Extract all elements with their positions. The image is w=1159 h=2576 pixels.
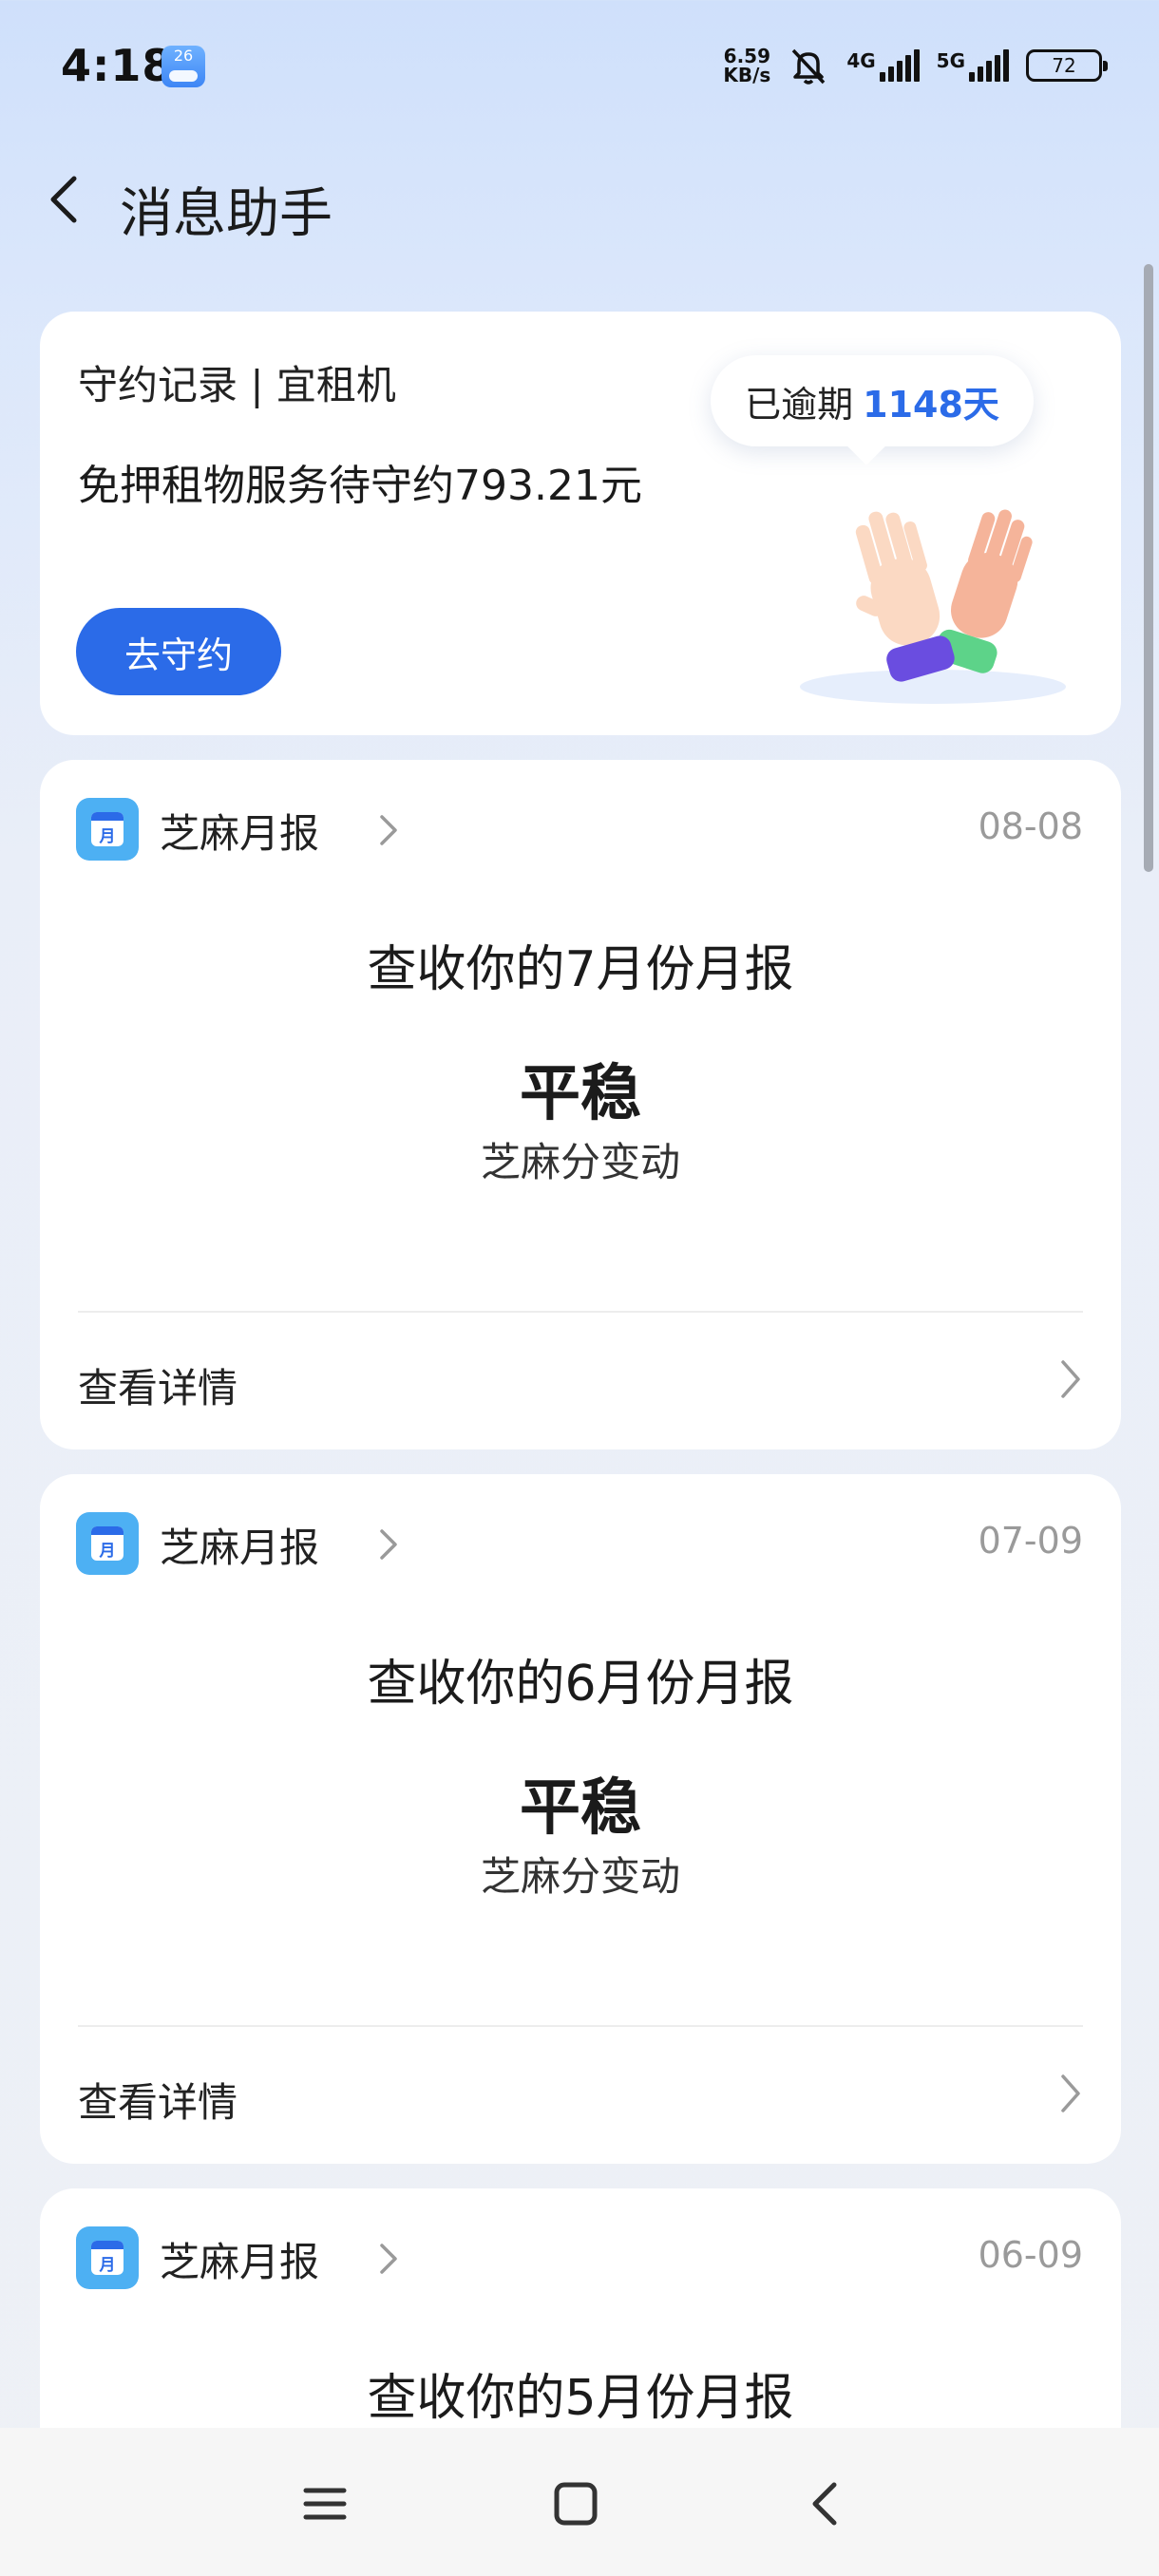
overdue-bubble: 已逾期 1148天	[711, 355, 1034, 446]
view-details-label: 查看详情	[78, 1365, 238, 1411]
monthly-report-card[interactable]: 月 芝麻月报 07-09 查收你的6月份月报 平稳 芝麻分变动 查看详情	[40, 1474, 1121, 2164]
keep-promise-button[interactable]: 去守约	[76, 608, 281, 695]
chevron-right-icon	[1061, 2074, 1080, 2112]
weather-icon: 26	[162, 46, 205, 87]
view-details-link[interactable]: 查看详情	[40, 2027, 1121, 2164]
report-status: 平稳	[520, 1059, 641, 1129]
scrollbar[interactable]	[1144, 264, 1153, 872]
chevron-right-icon	[1061, 1360, 1080, 1398]
page-title: 消息助手	[120, 183, 332, 245]
menu-icon[interactable]	[287, 2466, 363, 2542]
chevron-right-icon[interactable]	[376, 2238, 401, 2280]
report-date: 07-09	[978, 1520, 1083, 1562]
view-details-label: 查看详情	[78, 2079, 238, 2126]
network-speed-unit: KB/s	[723, 64, 771, 86]
report-status: 平稳	[520, 1773, 641, 1844]
battery-level: 72	[1052, 54, 1076, 77]
monthly-report-card[interactable]: 月 芝麻月报 08-08 查收你的7月份月报 平稳 芝麻分变动 查看详情	[40, 760, 1121, 1449]
status-time: 4:18	[61, 40, 174, 91]
bell-off-icon	[792, 48, 826, 85]
overdue-days: 1148天	[863, 383, 999, 426]
status-bar: 4:18 26 6.59 KB/s 4G 5G 72	[0, 0, 1159, 133]
calendar-icon: 月	[76, 1512, 139, 1575]
promise-record-card[interactable]: 守约记录 | 宜租机 免押租物服务待守约793.21元 去守约 已逾期 1148…	[40, 312, 1121, 735]
report-subtitle: 芝麻分变动	[480, 1139, 680, 1185]
status-indicators: 6.59 KB/s 4G 5G 72	[723, 42, 1108, 89]
report-heading: 查收你的7月份月报	[367, 941, 794, 998]
chevron-right-icon[interactable]	[376, 809, 401, 851]
high-five-hands-icon	[800, 509, 1066, 704]
report-source-name[interactable]: 芝麻月报	[160, 802, 319, 860]
network-speed-value: 6.59	[723, 45, 771, 67]
signal-5g: 5G	[937, 49, 1009, 82]
report-subtitle: 芝麻分变动	[480, 1853, 680, 1900]
signal-5g-label: 5G	[936, 49, 965, 72]
signal-bars-icon	[879, 49, 920, 82]
calendar-icon: 月	[76, 798, 139, 861]
chevron-right-icon[interactable]	[376, 1524, 401, 1565]
signal-4g: 4G	[846, 49, 920, 82]
promise-card-title: 守约记录 | 宜租机	[78, 362, 396, 408]
weather-badge-text: 26	[173, 47, 194, 65]
back-triangle-icon[interactable]	[788, 2466, 864, 2542]
promise-card-description: 免押租物服务待守约793.21元	[78, 462, 642, 510]
chevron-left-icon[interactable]	[38, 161, 95, 237]
calendar-icon: 月	[76, 2226, 139, 2289]
report-date: 06-09	[978, 2234, 1083, 2276]
network-speed: 6.59 KB/s	[723, 47, 770, 85]
report-heading: 查收你的5月份月报	[367, 2370, 794, 2427]
report-source-name[interactable]: 芝麻月报	[160, 2230, 319, 2288]
view-details-link[interactable]: 查看详情	[40, 1313, 1121, 1449]
report-date: 08-08	[978, 805, 1083, 847]
home-square-icon[interactable]	[538, 2466, 614, 2542]
report-heading: 查收你的6月份月报	[367, 1656, 794, 1713]
signal-4g-label: 4G	[846, 49, 876, 72]
overdue-label: 已逾期	[745, 383, 854, 426]
header: 消息助手	[0, 142, 1159, 256]
signal-bars-icon	[969, 49, 1009, 82]
system-nav-bar	[0, 2428, 1159, 2576]
battery-icon: 72	[1026, 49, 1108, 82]
report-source-name[interactable]: 芝麻月报	[160, 1516, 319, 1574]
